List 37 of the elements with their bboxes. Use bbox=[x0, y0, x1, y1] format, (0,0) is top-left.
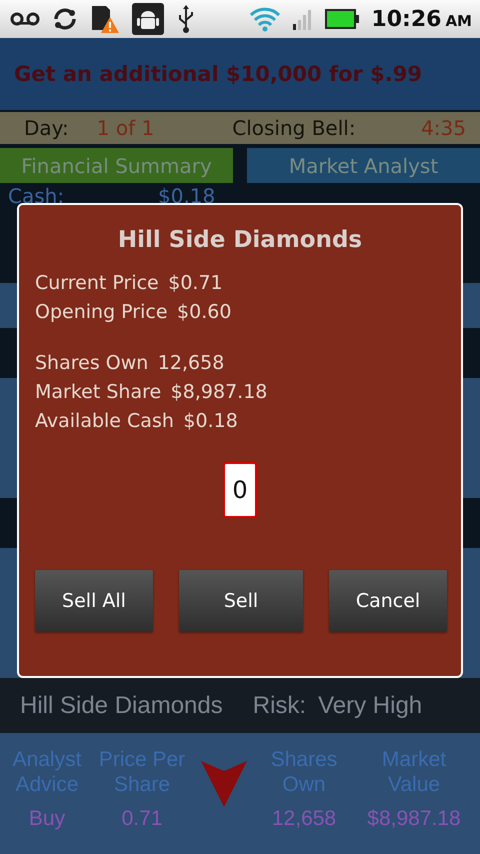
stock-name: Hill Side Diamonds bbox=[20, 692, 223, 720]
closing-bell-time: 4:35 bbox=[421, 116, 466, 140]
voicemail-icon bbox=[10, 12, 40, 26]
info-line: Opening Price $0.60 bbox=[35, 300, 232, 325]
table-cell-text: Buy bbox=[28, 806, 66, 831]
table-cell-text: 0.71 bbox=[120, 806, 164, 831]
risk-value: Very High bbox=[318, 692, 422, 720]
column-header: Shares Own bbox=[270, 747, 338, 797]
usb-icon bbox=[176, 4, 196, 34]
sd-card-warning-icon bbox=[90, 4, 120, 34]
column-header: Market Value bbox=[380, 747, 448, 797]
clock: 10:26 AM bbox=[371, 6, 472, 32]
closing-bell-label: Closing Bell: bbox=[232, 116, 356, 140]
down-arrow-icon bbox=[201, 761, 247, 807]
table-cell-text: 12,658 bbox=[270, 806, 338, 831]
sync-icon bbox=[52, 7, 78, 31]
dialog-button[interactable]: Sell All bbox=[35, 570, 153, 632]
column-header: Analyst Advice bbox=[12, 747, 82, 797]
day-value: 1 of 1 bbox=[96, 116, 154, 140]
battery-icon bbox=[325, 9, 360, 29]
wifi-icon bbox=[249, 6, 282, 32]
android-debug-icon bbox=[132, 3, 164, 35]
summary-label: Cash: bbox=[8, 185, 66, 207]
info-line: Market Share $8,987.18 bbox=[35, 380, 268, 405]
column-header: Price Per Share bbox=[98, 747, 186, 797]
day-label: Day: bbox=[24, 116, 69, 140]
table-cell-text: $8,987.18 bbox=[366, 806, 462, 831]
info-line: Available Cash $0.18 bbox=[35, 409, 239, 434]
quantity-field[interactable]: 0 bbox=[223, 462, 257, 518]
info-line: Shares Own 12,658 bbox=[35, 351, 226, 376]
dialog-button[interactable]: Sell bbox=[179, 570, 303, 632]
summary-value: $0.18 bbox=[158, 185, 216, 207]
dialog-button[interactable]: Cancel bbox=[329, 570, 447, 632]
signal-icon bbox=[293, 8, 314, 30]
risk-label: Risk: bbox=[252, 692, 306, 720]
dialog-title: Hill Side Diamonds bbox=[116, 227, 364, 253]
info-line: Current Price $0.71 bbox=[35, 271, 224, 296]
